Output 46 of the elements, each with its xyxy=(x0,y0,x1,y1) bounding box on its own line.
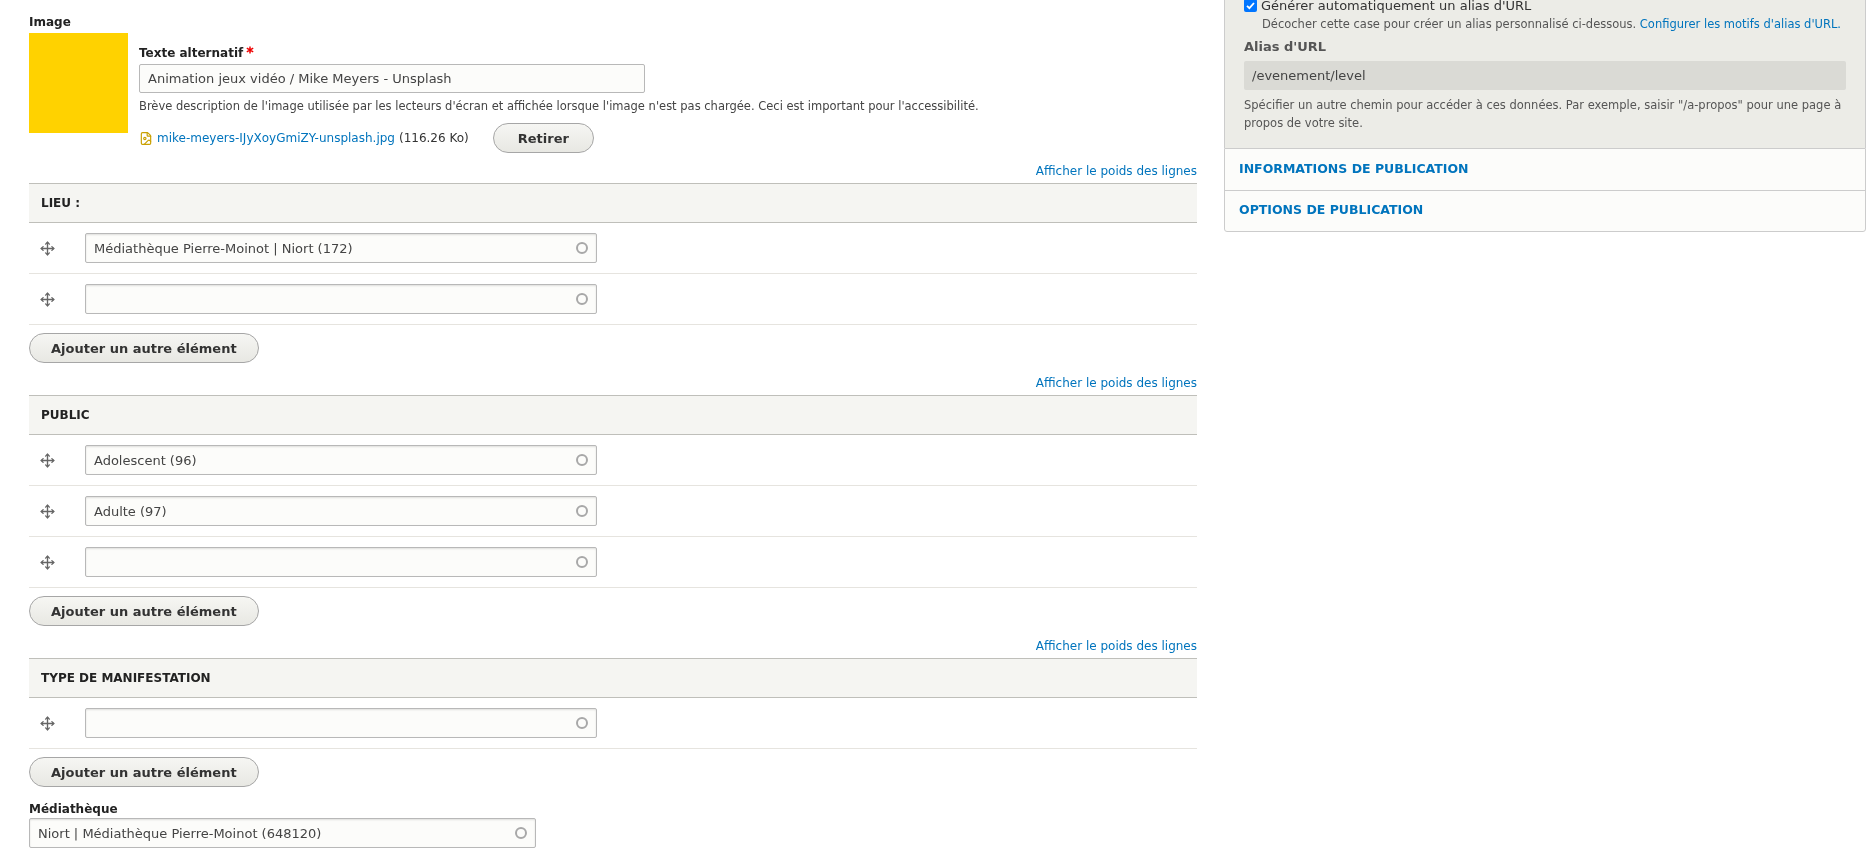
drag-handle-icon[interactable] xyxy=(40,503,55,519)
input-field[interactable]: Animation jeux vidéo / Mike Meyers - Unsplash xyxy=(139,64,645,93)
file-link[interactable]: mike-meyers-IJyXoyGmiZY-unsplash.jpg xyxy=(157,129,395,148)
autocomplete-field[interactable]: Adulte (97) xyxy=(85,496,597,527)
autocomplete-field[interactable] xyxy=(85,547,597,578)
table-header: PUBLIC xyxy=(29,395,1197,436)
field-label: Texte alternatif xyxy=(139,45,244,62)
show-row-weights-link[interactable]: Afficher le poids des lignes xyxy=(1035,374,1197,393)
checkbox-label: Générer automatiquement un alias d'URL xyxy=(1261,0,1532,15)
remove-button[interactable]: Retirer xyxy=(492,123,594,154)
add-item-button[interactable]: Ajouter un autre élément xyxy=(29,757,259,788)
field-description: Brève description de l'image utilisée par les lecteurs d'écran et affichée lorsque l'image n'est pas chargée. Ceci est important pour l'accessibilité. xyxy=(139,98,979,115)
drag-handle-icon[interactable] xyxy=(40,452,55,468)
checkbox[interactable] xyxy=(1244,0,1257,12)
drag-handle-icon[interactable] xyxy=(40,240,55,256)
field-label: Image xyxy=(29,14,72,31)
show-row-weights-link[interactable]: Afficher le poids des lignes xyxy=(1035,637,1197,656)
configure-patterns-link[interactable]: Configurer les motifs d'alias d'URL. xyxy=(1639,17,1842,31)
autocomplete-field[interactable]: Médiathèque Pierre-Moinot | Niort (172) xyxy=(85,233,597,264)
add-item-button[interactable]: Ajouter un autre élément xyxy=(29,596,259,627)
field-label: Alias d'URL xyxy=(1244,38,1328,56)
field-description: Spécifier un autre chemin pour accéder à ces données. Par exemple, saisir "/a-propos" pour une page à propos de votre site. xyxy=(1244,96,1843,132)
field-label: Médiathèque xyxy=(29,801,119,819)
autocomplete-field[interactable]: Niort | Médiathèque Pierre-Moinot (648120) xyxy=(29,818,536,849)
autocomplete-field[interactable]: Adolescent (96) xyxy=(85,445,597,476)
table-header: LIEU : xyxy=(29,183,1197,224)
image-file-icon xyxy=(139,130,153,146)
autocomplete-icon xyxy=(576,293,588,306)
field-description: Décocher cette case pour créer un alias personnalisé ci-dessous. Configurer les motifs d'alias d'URL. xyxy=(1262,16,1843,33)
drag-handle-icon[interactable] xyxy=(40,554,55,570)
table-header: TYPE DE MANIFESTATION xyxy=(29,658,1197,699)
autocomplete-icon xyxy=(576,454,588,467)
autocomplete-field[interactable] xyxy=(85,284,597,315)
collapsible-section-header[interactable]: OPTIONS DE PUBLICATION xyxy=(1225,189,1865,231)
file-size: (116.26 Ko) xyxy=(398,130,469,148)
drag-handle-icon[interactable] xyxy=(40,715,55,731)
autocomplete-icon xyxy=(515,827,527,840)
drag-handle-icon[interactable] xyxy=(40,291,55,307)
autocomplete-field[interactable] xyxy=(85,708,597,739)
autocomplete-icon xyxy=(576,505,588,518)
autocomplete-icon xyxy=(576,242,588,255)
autocomplete-icon xyxy=(576,717,588,730)
show-row-weights-link[interactable]: Afficher le poids des lignes xyxy=(1035,162,1197,181)
autocomplete-icon xyxy=(576,556,588,569)
add-item-button[interactable]: Ajouter un autre élément xyxy=(29,333,259,364)
collapsible-section-header[interactable]: INFORMATIONS DE PUBLICATION xyxy=(1225,148,1865,190)
